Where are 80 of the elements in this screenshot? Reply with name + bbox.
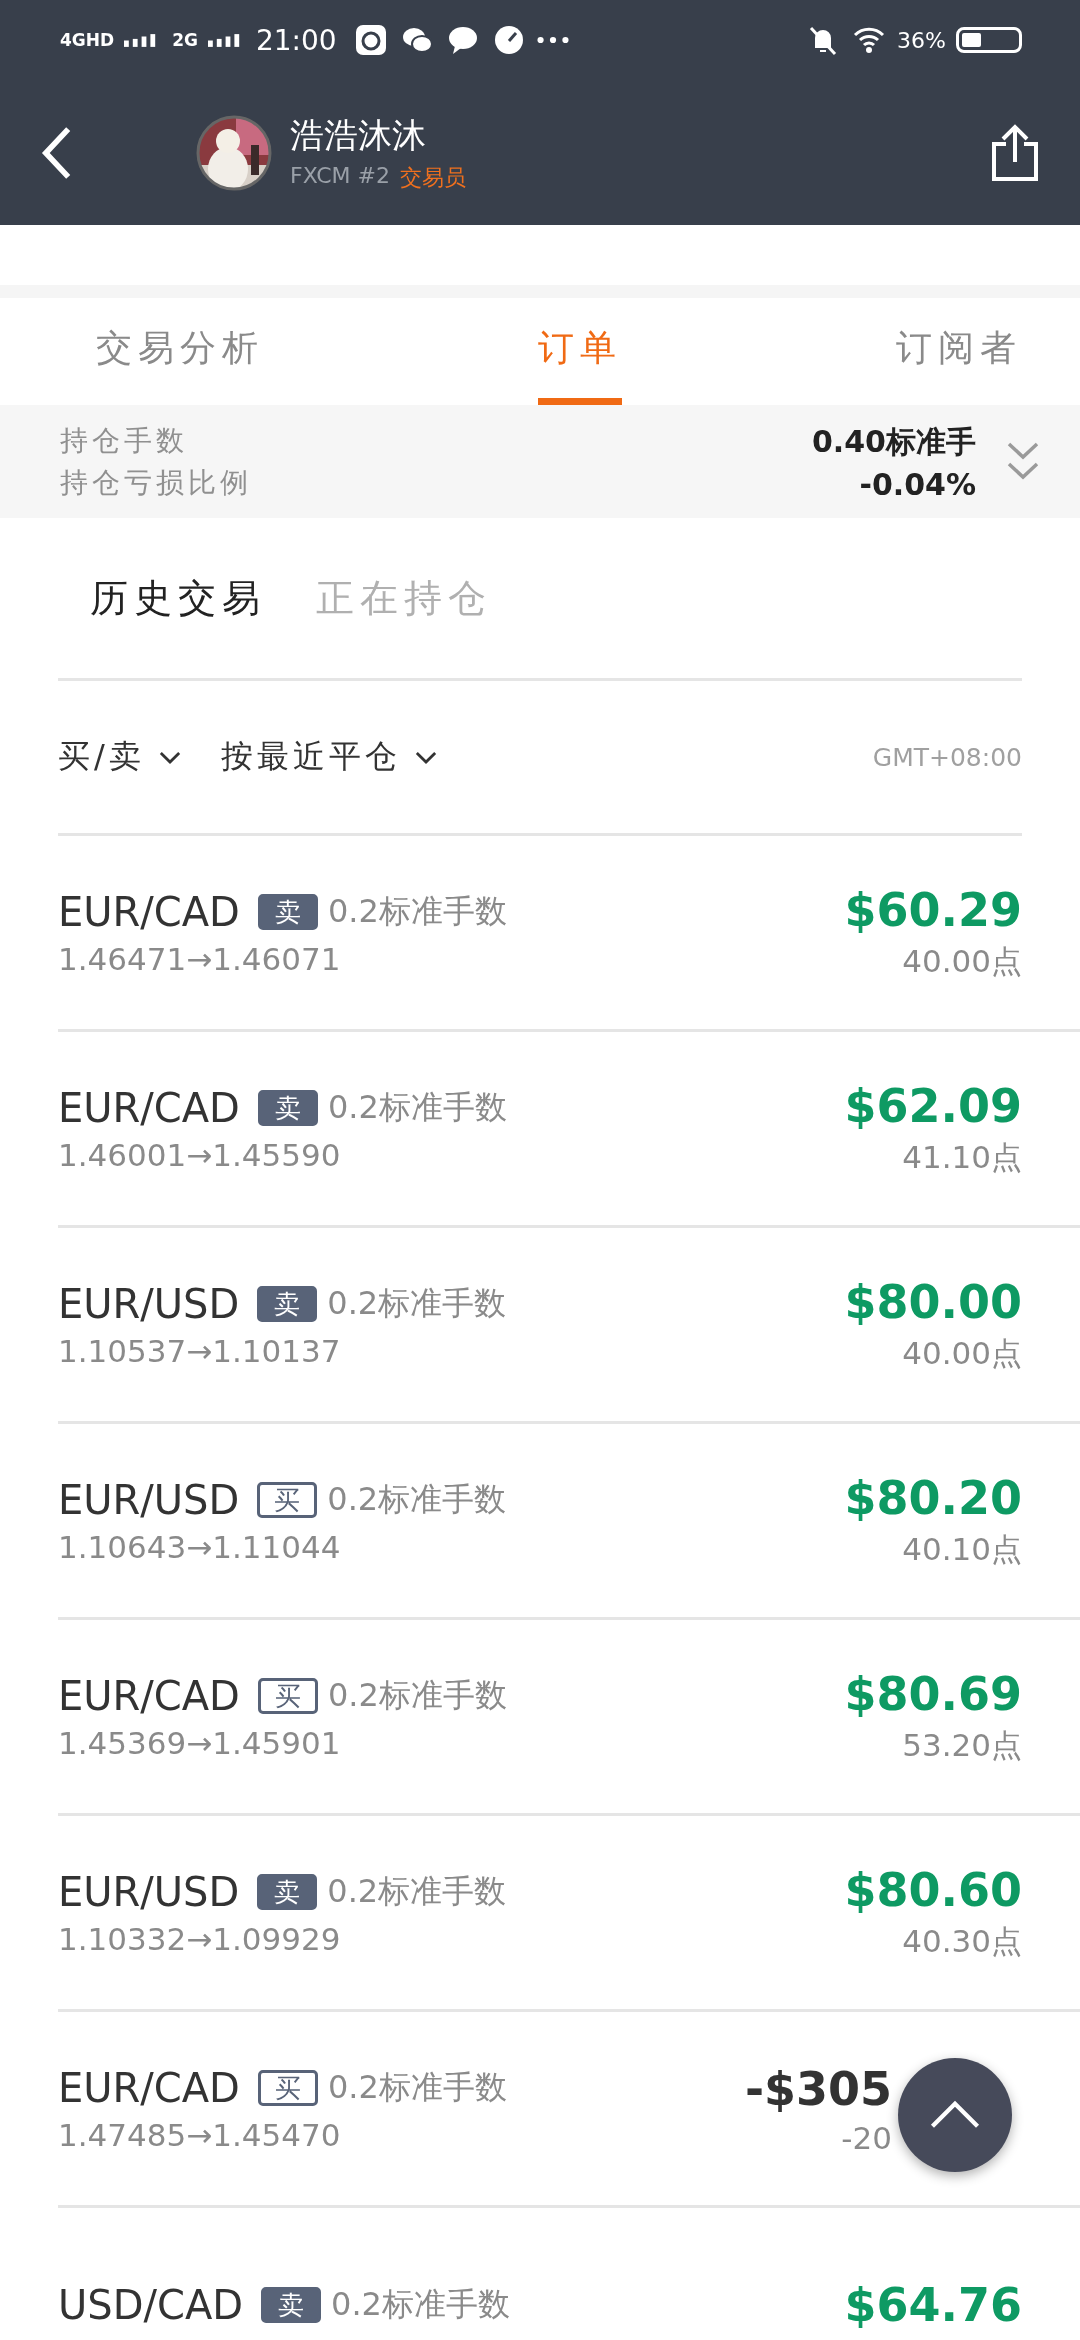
- price-change: 1.47485→1.45470: [58, 2116, 342, 2153]
- summary-label: 持仓亏损比例: [60, 464, 253, 501]
- battery-percent: 36%: [897, 27, 946, 53]
- timezone-label: GMT+08:00: [872, 742, 1022, 772]
- profit-amount: $80.00: [844, 1274, 1022, 1329]
- lot-size: 0.2标准手数: [327, 890, 507, 932]
- side-tag: 卖: [257, 1089, 318, 1126]
- side-tag: 买: [257, 1481, 318, 1518]
- price-change: 1.46471→1.46071: [58, 940, 342, 977]
- points-value: 41.10点: [902, 1137, 1022, 1177]
- filter-dropdown[interactable]: 买/卖: [58, 735, 181, 779]
- profit-amount: $60.29: [844, 882, 1022, 937]
- points-value: 40.10点: [902, 1529, 1022, 1569]
- trade-row[interactable]: EUR/USD 买 0.2标准手数 1.10643→1.11044 $80.20 40.10点: [58, 1424, 1080, 1620]
- role-label: 交易员: [399, 163, 466, 192]
- battery-icon: [956, 27, 1022, 53]
- summary-value: 0.40标准手: [811, 422, 976, 461]
- chevron-up-icon: [929, 2100, 981, 2130]
- points-value: -20: [841, 2119, 892, 2156]
- profit-amount: $80.60: [844, 1862, 1022, 1917]
- summary-value: -0.04%: [859, 466, 976, 502]
- clock: 21:00: [255, 23, 337, 57]
- currency-pair: EUR/CAD: [58, 2064, 240, 2111]
- caret-icon: [414, 750, 437, 764]
- lot-size: 0.2标准手数: [327, 1478, 507, 1520]
- trade-row[interactable]: EUR/CAD 卖 0.2标准手数 1.46471→1.46071 $60.29 40.00点: [58, 836, 1080, 1032]
- profit-amount: -$305: [744, 2061, 892, 2116]
- lot-size: 0.2标准手数: [327, 1282, 507, 1324]
- side-tag: 卖: [257, 1873, 318, 1910]
- share-icon[interactable]: [990, 123, 1040, 182]
- summary-label: 持仓手数: [60, 422, 189, 459]
- currency-pair: EUR/CAD: [58, 888, 240, 935]
- trader-name: 浩浩沐沐: [290, 113, 427, 157]
- currency-pair: EUR/USD: [58, 1868, 240, 1915]
- lot-size: 0.2标准手数: [327, 1086, 507, 1128]
- lot-size: 0.2标准手数: [327, 1674, 507, 1716]
- price-change: 1.10332→1.09929: [58, 1920, 342, 1957]
- price-change: 1.10537→1.10137: [58, 1332, 342, 1369]
- filter-dropdown[interactable]: 按最近平仓: [220, 735, 437, 779]
- network-label: 4GHD: [60, 30, 115, 50]
- currency-pair: EUR/USD: [58, 1476, 240, 1523]
- points-value: 40.00点: [902, 1333, 1022, 1373]
- currency-pair: EUR/CAD: [58, 1672, 240, 1719]
- lot-size: 0.2标准手数: [327, 1870, 507, 1912]
- sub-tab[interactable]: 历史交易: [90, 572, 266, 624]
- trade-row[interactable]: EUR/USD 卖 0.2标准手数 1.10537→1.10137 $80.00 40.00点: [58, 1228, 1080, 1424]
- broker-label: FXCM #2: [290, 162, 390, 190]
- profit-amount: $80.69: [844, 1666, 1022, 1721]
- points-value: 40.00点: [902, 941, 1022, 981]
- more-icon: [536, 36, 569, 44]
- profit-amount: $62.09: [844, 1078, 1022, 1133]
- signal-icon: [124, 32, 157, 48]
- caret-icon: [158, 750, 181, 764]
- trade-row[interactable]: EUR/CAD 买 0.2标准手数 1.45369→1.45901 $80.69 53.20点: [58, 1620, 1080, 1816]
- side-tag: 卖: [257, 893, 318, 930]
- side-tag: 买: [257, 2069, 318, 2106]
- currency-pair: USD/CAD: [58, 2281, 244, 2328]
- gauge-icon: [492, 24, 525, 56]
- price-change: 1.46001→1.45590: [58, 1136, 342, 1173]
- points-value: 53.20点: [902, 1725, 1022, 1765]
- lot-size: 0.2标准手数: [327, 2066, 507, 2108]
- points-value: 40.30点: [902, 1921, 1022, 1961]
- price-change: 1.10643→1.11044: [58, 1528, 342, 1565]
- app-icon: [354, 24, 387, 56]
- trade-row[interactable]: EUR/CAD 卖 0.2标准手数 1.46001→1.45590 $62.09 41.10点: [58, 1032, 1080, 1228]
- side-tag: 卖: [257, 1285, 318, 1322]
- trade-row[interactable]: EUR/USD 卖 0.2标准手数 1.10332→1.09929 $80.60 40.30点: [58, 1816, 1080, 2012]
- network-label: 2G: [172, 30, 198, 50]
- signal-icon: [207, 32, 240, 48]
- message-icon: [446, 24, 479, 56]
- scroll-to-top-button[interactable]: [898, 2058, 1012, 2172]
- profit-amount: $64.76: [844, 2277, 1022, 2332]
- currency-pair: EUR/CAD: [58, 1084, 240, 1131]
- side-tag: 买: [257, 1677, 318, 1714]
- lot-size: 0.2标准手数: [331, 2283, 510, 2325]
- profit-amount: $80.20: [844, 1470, 1022, 1525]
- currency-pair: EUR/USD: [58, 1280, 240, 1327]
- price-change: 1.45369→1.45901: [58, 1724, 342, 1761]
- trade-row[interactable]: USD/CAD 卖 0.2标准手数 $64.76: [58, 2208, 1080, 2340]
- side-tag: 卖: [261, 2286, 322, 2323]
